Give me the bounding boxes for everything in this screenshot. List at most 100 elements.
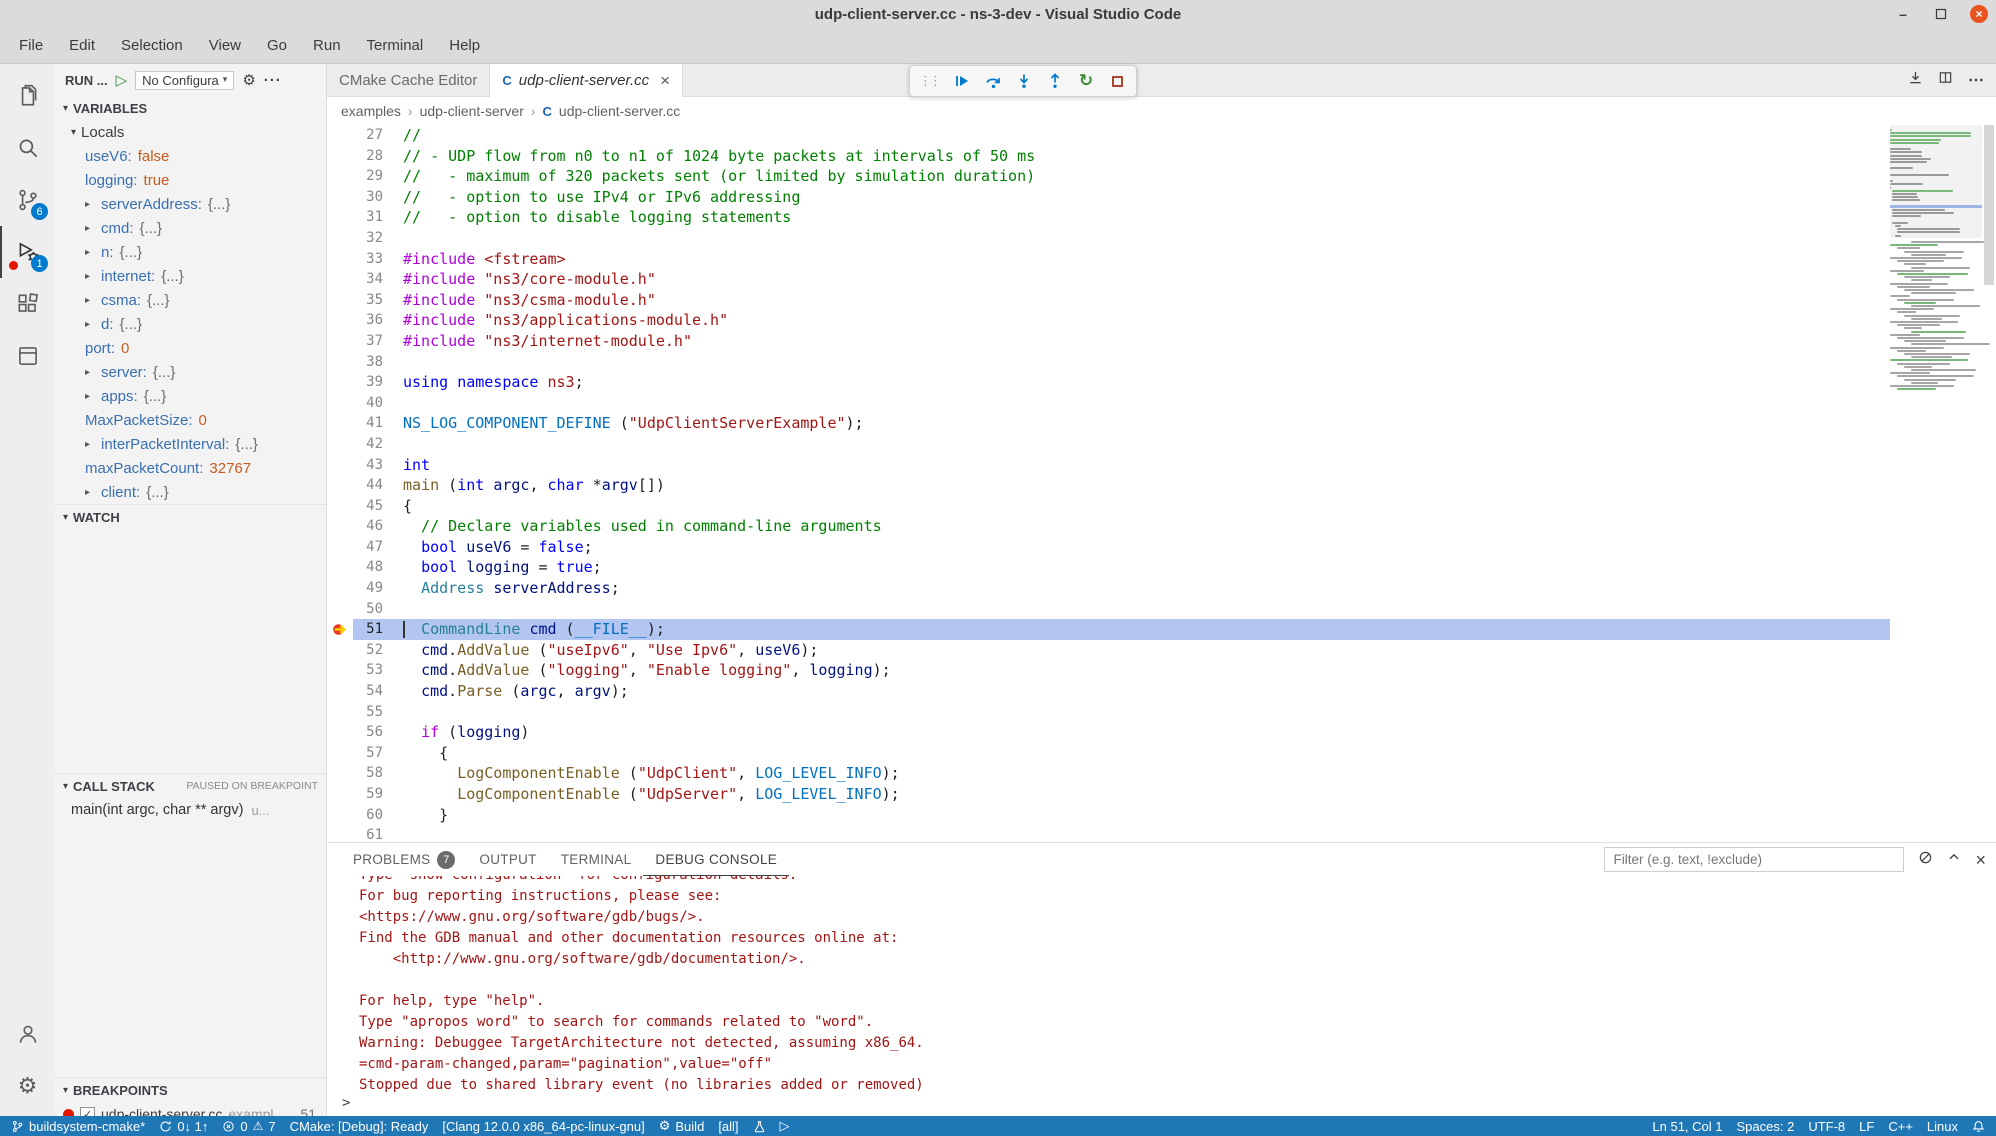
breadcrumb-item[interactable]: udp-client-server (420, 103, 524, 119)
code-line[interactable]: 42 (327, 434, 1890, 455)
restart-button[interactable]: ↻ (1076, 70, 1096, 92)
status-git-branch[interactable]: buildsystem-cmake* (4, 1116, 152, 1136)
debug-current-line-icon[interactable] (327, 619, 353, 640)
line-number[interactable]: 51 (353, 619, 383, 640)
code-line[interactable]: 28// - UDP flow from n0 to n1 of 1024 by… (327, 146, 1890, 167)
glyph-margin[interactable] (327, 290, 353, 311)
glyph-margin[interactable] (327, 537, 353, 558)
menu-item-run[interactable]: Run (300, 28, 354, 63)
glyph-margin[interactable] (327, 207, 353, 228)
line-number[interactable]: 49 (353, 578, 383, 599)
code-line[interactable]: 50 (327, 599, 1890, 620)
code-line[interactable]: 41NS_LOG_COMPONENT_DEFINE ("UdpClientSer… (327, 413, 1890, 434)
line-number[interactable]: 45 (353, 496, 383, 517)
more-actions-icon[interactable]: ··· (264, 72, 282, 89)
status-eol[interactable]: LF (1852, 1116, 1881, 1136)
menu-item-terminal[interactable]: Terminal (354, 28, 437, 63)
line-number[interactable]: 34 (353, 269, 383, 290)
glyph-margin[interactable] (327, 825, 353, 842)
line-number[interactable]: 58 (353, 763, 383, 784)
maximize-panel-icon[interactable] (1947, 850, 1961, 869)
code-line[interactable]: 49 Address serverAddress; (327, 578, 1890, 599)
code-editor[interactable]: 27//28// - UDP flow from n0 to n1 of 102… (327, 125, 1996, 842)
glyph-margin[interactable] (327, 393, 353, 414)
glyph-margin[interactable] (327, 578, 353, 599)
glyph-margin[interactable] (327, 228, 353, 249)
configure-gear-icon[interactable]: ⚙ (242, 71, 255, 89)
line-number[interactable]: 54 (353, 681, 383, 702)
code-line[interactable]: 45{ (327, 496, 1890, 517)
variable-row[interactable]: ▸interPacketInterval:{...} (55, 432, 326, 456)
glyph-margin[interactable] (327, 352, 353, 373)
more-actions-icon[interactable]: ⋯ (1968, 70, 1984, 90)
code-line[interactable]: 43int (327, 455, 1890, 476)
code-line[interactable]: 54 cmd.Parse (argc, argv); (327, 681, 1890, 702)
glyph-margin[interactable] (327, 784, 353, 805)
split-editor-icon[interactable] (1938, 70, 1953, 90)
glyph-margin[interactable] (327, 372, 353, 393)
callstack-section-header[interactable]: ▾ CALL STACK PAUSED ON BREAKPOINT (55, 773, 326, 798)
code-line[interactable]: 51 CommandLine cmd (__FILE__); (327, 619, 1890, 640)
panel-tab-debug-console[interactable]: DEBUG CONSOLE (643, 843, 789, 876)
glyph-margin[interactable] (327, 496, 353, 517)
variable-row[interactable]: ▸apps:{...} (55, 384, 326, 408)
line-number[interactable]: 48 (353, 557, 383, 578)
accounts-icon[interactable] (0, 1008, 55, 1060)
glyph-margin[interactable] (327, 640, 353, 661)
code-line[interactable]: 57 { (327, 743, 1890, 764)
line-number[interactable]: 42 (353, 434, 383, 455)
glyph-margin[interactable] (327, 681, 353, 702)
glyph-margin[interactable] (327, 599, 353, 620)
breakpoints-section-header[interactable]: ▾ BREAKPOINTS (55, 1077, 326, 1102)
status-cmake-build[interactable]: ⚙Build (652, 1116, 712, 1136)
menu-item-help[interactable]: Help (436, 28, 493, 63)
code-line[interactable]: 35#include "ns3/csma-module.h" (327, 290, 1890, 311)
run-and-debug-icon[interactable]: 1 (0, 226, 55, 278)
code-line[interactable]: 33#include <fstream> (327, 249, 1890, 270)
line-number[interactable]: 46 (353, 516, 383, 537)
line-number[interactable]: 57 (353, 743, 383, 764)
status-cmake-status[interactable]: CMake: [Debug]: Ready (283, 1116, 436, 1136)
glyph-margin[interactable] (327, 516, 353, 537)
menu-item-edit[interactable]: Edit (56, 28, 108, 63)
glyph-margin[interactable] (327, 166, 353, 187)
debug-console[interactable]: Type "show configuration" for configurat… (327, 876, 1996, 1116)
variable-row[interactable]: logging:true (55, 168, 326, 192)
scrollbar-thumb[interactable] (1984, 125, 1994, 285)
line-number[interactable]: 36 (353, 310, 383, 331)
code-line[interactable]: 38 (327, 352, 1890, 373)
glyph-margin[interactable] (327, 434, 353, 455)
variable-row[interactable]: ▸serverAddress:{...} (55, 192, 326, 216)
code-line[interactable]: 61 (327, 825, 1890, 842)
status-cmake-target[interactable]: [all] (711, 1116, 745, 1136)
glyph-margin[interactable] (327, 146, 353, 167)
code-line[interactable]: 59 LogComponentEnable ("UdpServer", LOG_… (327, 784, 1890, 805)
watch-section-header[interactable]: ▾ WATCH (55, 504, 326, 529)
status-language[interactable]: C++ (1881, 1116, 1920, 1136)
console-filter-input[interactable] (1604, 847, 1904, 872)
variable-row[interactable]: ▸cmd:{...} (55, 216, 326, 240)
menu-item-go[interactable]: Go (254, 28, 300, 63)
line-number[interactable]: 55 (353, 702, 383, 723)
variable-row[interactable]: ▸server:{...} (55, 360, 326, 384)
line-number[interactable]: 38 (353, 352, 383, 373)
status-notifications[interactable] (1965, 1116, 1992, 1136)
glyph-margin[interactable] (327, 269, 353, 290)
glyph-margin[interactable] (327, 805, 353, 826)
status-encoding[interactable]: UTF-8 (1801, 1116, 1852, 1136)
glyph-margin[interactable] (327, 557, 353, 578)
minimize-button[interactable]: – (1894, 5, 1912, 23)
close-button[interactable]: × (1970, 5, 1988, 23)
variable-row[interactable]: ▸csma:{...} (55, 288, 326, 312)
line-number[interactable]: 28 (353, 146, 383, 167)
status-indentation[interactable]: Spaces: 2 (1730, 1116, 1802, 1136)
code-line[interactable]: 29// - maximum of 320 packets sent (or l… (327, 166, 1890, 187)
code-line[interactable]: 39using namespace ns3; (327, 372, 1890, 393)
variable-row[interactable]: useV6:false (55, 144, 326, 168)
stop-button[interactable] (1107, 70, 1127, 92)
callstack-frame[interactable]: main(int argc, char ** argv)u... (55, 798, 326, 822)
code-line[interactable]: 27// (327, 125, 1890, 146)
editor-scrollbar[interactable] (1982, 125, 1996, 842)
line-number[interactable]: 27 (353, 125, 383, 146)
status-cursor-position[interactable]: Ln 51, Col 1 (1645, 1116, 1729, 1136)
